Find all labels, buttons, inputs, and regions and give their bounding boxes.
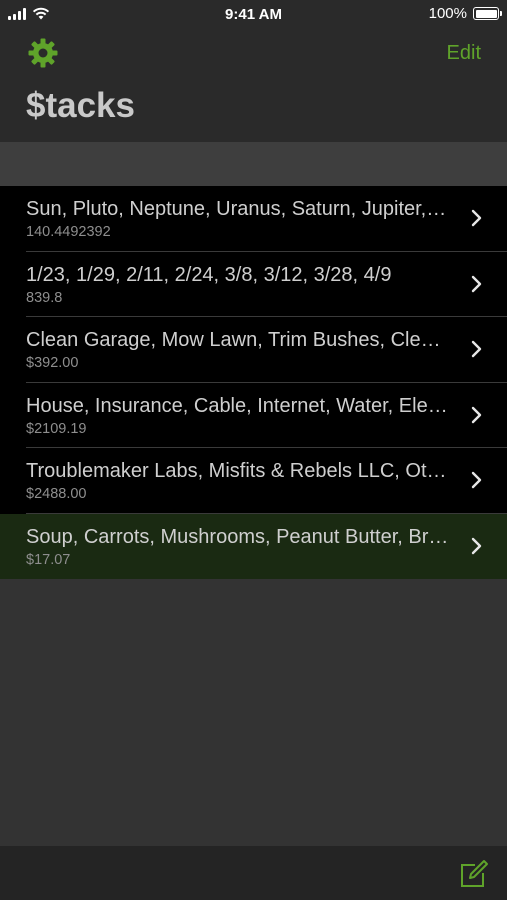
stack-title: Soup, Carrots, Mushrooms, Peanut Butter,… (26, 525, 450, 548)
stack-row[interactable]: Soup, Carrots, Mushrooms, Peanut Butter,… (0, 513, 507, 579)
chevron-right-icon (471, 275, 482, 292)
edit-button[interactable]: Edit (447, 42, 481, 65)
stack-total: 140.4492392 (26, 224, 111, 240)
chevron-right-icon (471, 406, 482, 423)
bottom-toolbar (0, 846, 507, 900)
page-title: $tacks (26, 86, 135, 125)
stack-row[interactable]: House, Insurance, Cable, Internet, Water… (0, 382, 507, 448)
battery-percentage: 100% (428, 5, 467, 22)
status-right: 100% (428, 5, 502, 22)
chevron-right-icon (471, 340, 482, 358)
stack-row[interactable]: Troublemaker Labs, Misfits & Rebels LLC,… (0, 448, 507, 514)
stack-title: Sun, Pluto, Neptune, Uranus, Saturn, Jup… (26, 198, 450, 220)
stack-total: $2488.00 (26, 486, 87, 502)
compose-icon[interactable] (457, 858, 489, 890)
stack-total: $2109.19 (26, 420, 87, 437)
gear-icon[interactable] (27, 37, 59, 69)
stacks-list: Sun, Pluto, Neptune, Uranus, Saturn, Jup… (0, 186, 507, 579)
stack-title: House, Insurance, Cable, Internet, Water… (26, 394, 450, 417)
status-bar: 9:41 AM 100% (0, 0, 507, 30)
chevron-right-icon (471, 537, 482, 554)
stack-row[interactable]: Clean Garage, Mow Lawn, Trim Bushes, Cle… (0, 317, 507, 383)
search-area[interactable] (0, 142, 507, 186)
stack-title: Troublemaker Labs, Misfits & Rebels LLC,… (26, 460, 450, 482)
battery-icon (473, 7, 502, 20)
stack-title: Clean Garage, Mow Lawn, Trim Bushes, Cle… (26, 329, 450, 351)
app-screen: 9:41 AM 100% Edit $tacks Sun, Pluto, Nep… (0, 0, 507, 900)
stack-total: 839.8 (26, 289, 63, 306)
chevron-right-icon (471, 209, 482, 227)
nav-header: Edit $tacks (0, 30, 507, 142)
stack-title: 1/23, 1/29, 2/11, 2/24, 3/8, 3/12, 3/28,… (26, 263, 392, 286)
chevron-right-icon (471, 471, 482, 489)
stack-total: $17.07 (26, 551, 71, 568)
stack-row[interactable]: 1/23, 1/29, 2/11, 2/24, 3/8, 3/12, 3/28,… (0, 251, 507, 317)
stack-row[interactable]: Sun, Pluto, Neptune, Uranus, Saturn, Jup… (0, 186, 507, 252)
stack-total: $392.00 (26, 355, 79, 371)
